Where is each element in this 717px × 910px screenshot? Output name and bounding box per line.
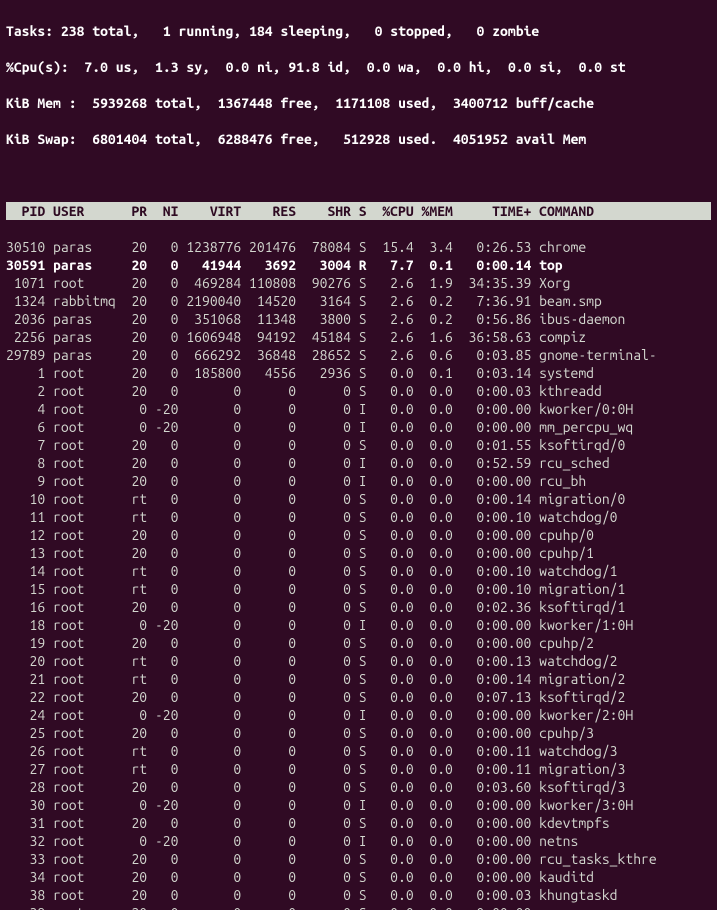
process-row[interactable]: 8 root 20 0 0 0 0 I 0.0 0.0 0:52.59 rcu_… <box>6 454 711 472</box>
tasks-label: Tasks: <box>6 23 53 39</box>
process-row[interactable]: 25 root 20 0 0 0 0 S 0.0 0.0 0:00.00 cpu… <box>6 724 711 742</box>
terminal-screen[interactable]: Tasks: 238 total, 1 running, 184 sleepin… <box>0 0 717 910</box>
process-row[interactable]: 14 root rt 0 0 0 0 S 0.0 0.0 0:00.10 wat… <box>6 562 711 580</box>
process-row[interactable]: 2036 paras 20 0 351068 11348 3800 S 2.6 … <box>6 310 711 328</box>
cpu-si: 0.0 <box>508 59 532 75</box>
process-row[interactable]: 2 root 20 0 0 0 0 S 0.0 0.0 0:00.03 kthr… <box>6 382 711 400</box>
process-row[interactable]: 20 root rt 0 0 0 0 S 0.0 0.0 0:00.13 wat… <box>6 652 711 670</box>
process-row[interactable]: 12 root 20 0 0 0 0 S 0.0 0.0 0:00.00 cpu… <box>6 526 711 544</box>
process-row[interactable]: 31 root 20 0 0 0 0 S 0.0 0.0 0:00.00 kde… <box>6 814 711 832</box>
tasks-summary-line: Tasks: 238 total, 1 running, 184 sleepin… <box>6 22 711 40</box>
mem-summary-line: KiB Mem : 5939268 total, 1367448 free, 1… <box>6 94 711 112</box>
process-row[interactable]: 34 root 20 0 0 0 0 S 0.0 0.0 0:00.00 kau… <box>6 868 711 886</box>
process-row[interactable]: 30510 paras 20 0 1238776 201476 78084 S … <box>6 238 711 256</box>
process-row[interactable]: 29789 paras 20 0 666292 36848 28652 S 2.… <box>6 346 711 364</box>
column-headers: PID USER PR NI VIRT RES SHR S %CPU %MEM … <box>6 202 711 220</box>
swap-total: 6801404 <box>92 131 147 147</box>
process-row[interactable]: 18 root 0 -20 0 0 0 I 0.0 0.0 0:00.00 kw… <box>6 616 711 634</box>
cpu-label: %Cpu(s): <box>6 59 69 75</box>
process-row[interactable]: 7 root 20 0 0 0 0 S 0.0 0.0 0:01.55 ksof… <box>6 436 711 454</box>
cpu-us: 7.0 <box>84 59 108 75</box>
process-row[interactable]: 21 root rt 0 0 0 0 S 0.0 0.0 0:00.14 mig… <box>6 670 711 688</box>
process-row[interactable]: 15 root rt 0 0 0 0 S 0.0 0.0 0:00.10 mig… <box>6 580 711 598</box>
process-row[interactable]: 22 root 20 0 0 0 0 S 0.0 0.0 0:07.13 kso… <box>6 688 711 706</box>
process-row[interactable]: 11 root rt 0 0 0 0 S 0.0 0.0 0:00.10 wat… <box>6 508 711 526</box>
mem-buff: 3400712 <box>453 95 508 111</box>
process-row[interactable]: 28 root 20 0 0 0 0 S 0.0 0.0 0:03.60 kso… <box>6 778 711 796</box>
tasks-running: 1 <box>163 23 171 39</box>
tasks-total: 238 <box>61 23 85 39</box>
process-row[interactable]: 30591 paras 20 0 41944 3692 3004 R 7.7 0… <box>6 256 711 274</box>
cpu-id: 91.8 <box>288 59 319 75</box>
process-list[interactable]: 30510 paras 20 0 1238776 201476 78084 S … <box>6 238 711 910</box>
mem-label: KiB Mem : <box>6 95 77 111</box>
cpu-wa: 0.0 <box>367 59 391 75</box>
cpu-st: 0.0 <box>579 59 603 75</box>
process-row[interactable]: 32 root 0 -20 0 0 0 I 0.0 0.0 0:00.00 ne… <box>6 832 711 850</box>
swap-summary-line: KiB Swap: 6801404 total, 6288476 free, 5… <box>6 130 711 148</box>
process-row[interactable]: 16 root 20 0 0 0 0 S 0.0 0.0 0:02.36 kso… <box>6 598 711 616</box>
process-row[interactable]: 24 root 0 -20 0 0 0 I 0.0 0.0 0:00.00 kw… <box>6 706 711 724</box>
blank-line <box>6 166 711 184</box>
cpu-summary-line: %Cpu(s): 7.0 us, 1.3 sy, 0.0 ni, 91.8 id… <box>6 58 711 76</box>
process-row[interactable]: 30 root 0 -20 0 0 0 I 0.0 0.0 0:00.00 kw… <box>6 796 711 814</box>
process-row[interactable]: 10 root rt 0 0 0 0 S 0.0 0.0 0:00.14 mig… <box>6 490 711 508</box>
mem-total: 5939268 <box>92 95 147 111</box>
cpu-hi: 0.0 <box>437 59 461 75</box>
tasks-sleeping: 184 <box>249 23 273 39</box>
process-row[interactable]: 6 root 0 -20 0 0 0 I 0.0 0.0 0:00.00 mm_… <box>6 418 711 436</box>
process-row[interactable]: 1 root 20 0 185800 4556 2936 S 0.0 0.1 0… <box>6 364 711 382</box>
process-row[interactable]: 2256 paras 20 0 1606948 94192 45184 S 2.… <box>6 328 711 346</box>
swap-free: 6288476 <box>218 131 273 147</box>
cpu-ni: 0.0 <box>226 59 250 75</box>
tasks-stopped: 0 <box>375 23 383 39</box>
process-row[interactable]: 13 root 20 0 0 0 0 S 0.0 0.0 0:00.00 cpu… <box>6 544 711 562</box>
process-row[interactable]: 39 root 20 0 0 0 0 S 0.0 0.0 0:00.00 oom… <box>6 904 711 910</box>
swap-label: KiB Swap: <box>6 131 77 147</box>
process-row[interactable]: 4 root 0 -20 0 0 0 I 0.0 0.0 0:00.00 kwo… <box>6 400 711 418</box>
mem-free: 1367448 <box>218 95 273 111</box>
process-row[interactable]: 27 root rt 0 0 0 0 S 0.0 0.0 0:00.11 mig… <box>6 760 711 778</box>
process-row[interactable]: 9 root 20 0 0 0 0 I 0.0 0.0 0:00.00 rcu_… <box>6 472 711 490</box>
swap-used: 512928 <box>343 131 390 147</box>
process-row[interactable]: 38 root 20 0 0 0 0 S 0.0 0.0 0:00.03 khu… <box>6 886 711 904</box>
tasks-zombie: 0 <box>477 23 485 39</box>
process-row[interactable]: 33 root 20 0 0 0 0 S 0.0 0.0 0:00.00 rcu… <box>6 850 711 868</box>
process-row[interactable]: 1071 root 20 0 469284 110808 90276 S 2.6… <box>6 274 711 292</box>
mem-used: 1171108 <box>335 95 390 111</box>
process-row[interactable]: 19 root 20 0 0 0 0 S 0.0 0.0 0:00.00 cpu… <box>6 634 711 652</box>
cpu-sy: 1.3 <box>155 59 179 75</box>
process-row[interactable]: 1324 rabbitmq 20 0 2190040 14520 3164 S … <box>6 292 711 310</box>
process-row[interactable]: 26 root rt 0 0 0 0 S 0.0 0.0 0:00.11 wat… <box>6 742 711 760</box>
swap-avail: 4051952 <box>453 131 508 147</box>
